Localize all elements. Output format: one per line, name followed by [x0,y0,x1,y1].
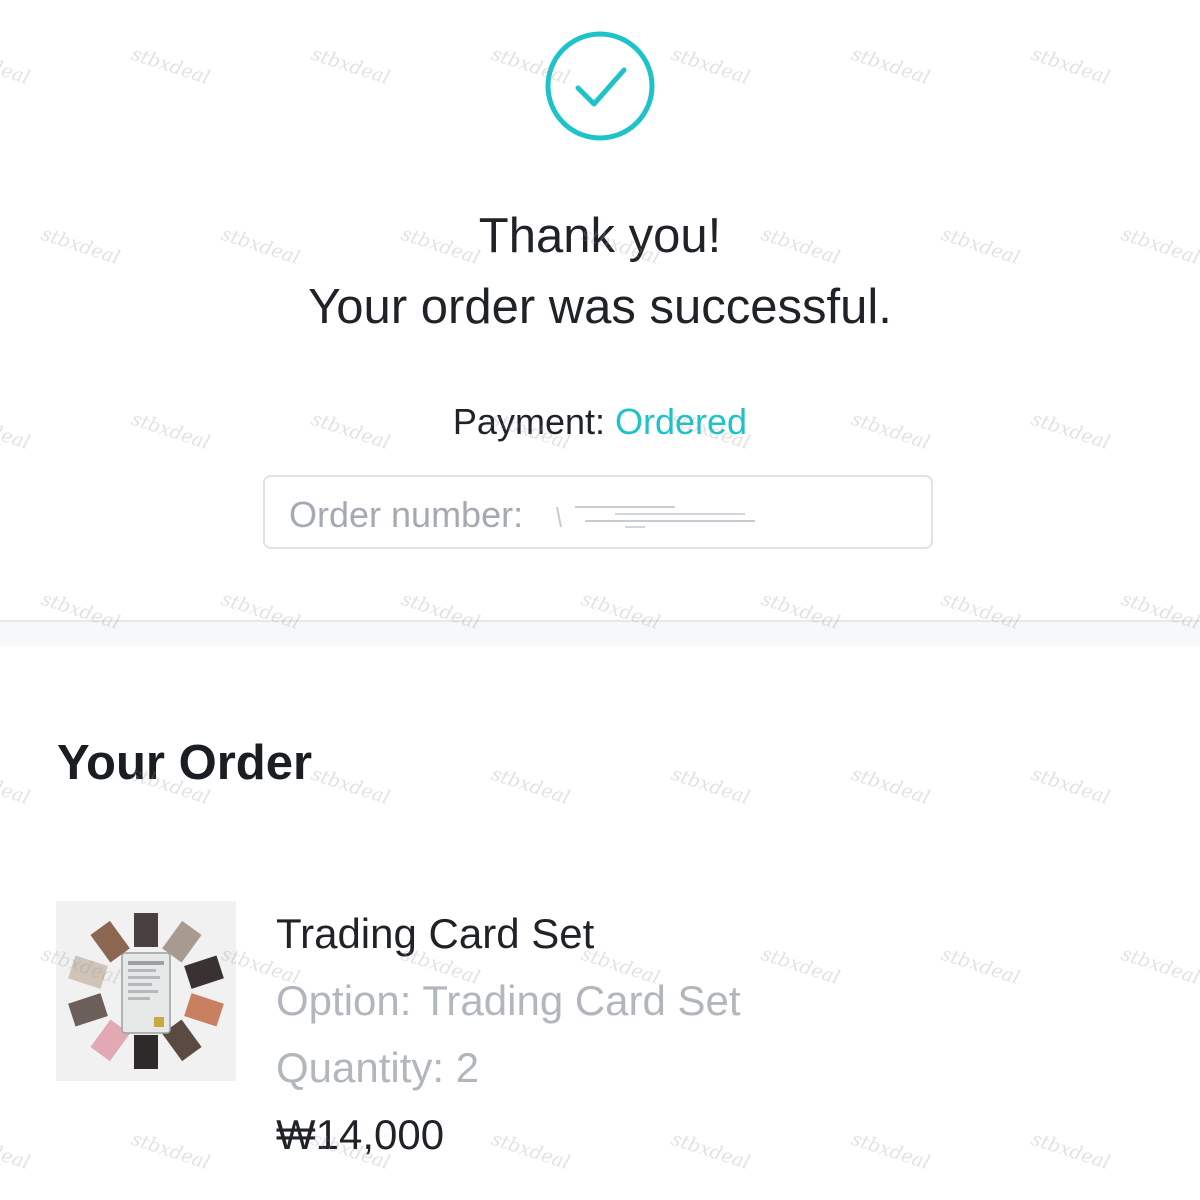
item-name: Trading Card Set [276,910,595,957]
watermark-text: stbxdeal [938,943,1023,989]
order-complete-page: Thank you! Your order was successful. Pa… [0,0,1200,1200]
watermark-text: stbxdeal [1028,43,1113,89]
watermark-text: stbxdeal [308,763,393,809]
payment-label: Payment: [452,401,615,442]
watermark-text: stbxdeal [128,43,213,89]
redacted-order-number [556,506,755,528]
watermark-text: stbxdeal [308,43,393,89]
watermark-text: stbxdeal [758,943,843,989]
order-success-message: Your order was successful. [308,280,892,334]
your-order-heading: Your Order [57,736,313,790]
item-quantity: Quantity: 2 [276,1044,480,1091]
watermark-text: stbxdeal [848,43,933,89]
checkmark-circle-icon [545,31,655,141]
watermark-text: stbxdeal [1028,1128,1113,1174]
watermark-text: stbxdeal [668,763,753,809]
watermark-text: stbxdeal [848,763,933,809]
watermark-text: stbxdeal [0,43,33,89]
watermark-text: stbxdeal [128,1128,213,1174]
payment-status-line: Payment: Ordered [0,398,1200,446]
section-divider-band [0,622,1200,646]
item-option: Option: Trading Card Set [276,977,741,1024]
watermark-text: stbxdeal [1028,763,1113,809]
watermark-text: stbxdeal [0,1128,33,1174]
watermark-text: stbxdeal [488,1128,573,1174]
item-price: ₩14,000 [276,1111,445,1158]
order-number-label: Order number: [289,494,524,535]
order-number-field[interactable]: Order number: [263,475,933,549]
thank-you-heading: Thank you! [478,209,722,263]
watermark-text: stbxdeal [668,43,753,89]
watermark-text: stbxdeal [1118,943,1200,989]
watermark-text: stbxdeal [488,763,573,809]
watermark-text: stbxdeal [668,1128,753,1174]
product-thumbnail [56,901,236,1081]
watermark-text: stbxdeal [0,763,33,809]
watermark-text: stbxdeal [848,1128,933,1174]
payment-status-value: Ordered [615,401,748,442]
